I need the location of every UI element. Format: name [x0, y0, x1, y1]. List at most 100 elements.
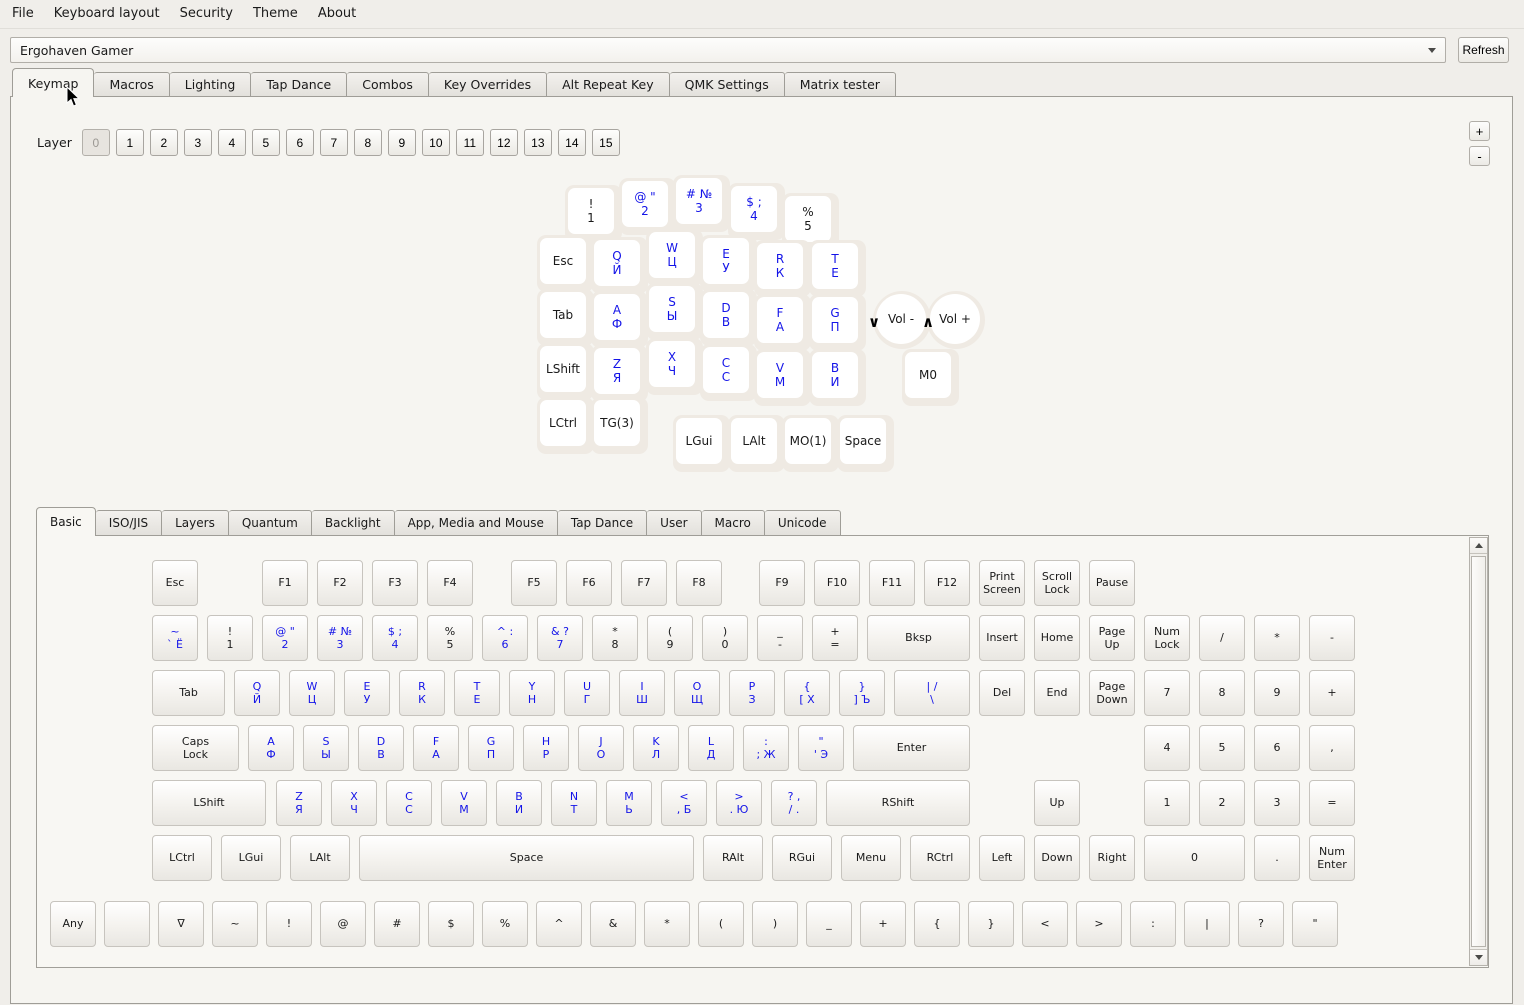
picker-key-d-в[interactable]: DВ	[358, 725, 404, 771]
picker-key-num-lock[interactable]: NumLock	[1144, 615, 1190, 661]
picker-key-f11[interactable]: F11	[869, 560, 915, 606]
picker-key-4[interactable]: $ ;4	[372, 615, 418, 661]
picker-key-i-ш[interactable]: IШ	[619, 670, 665, 716]
keymap-key-lgui[interactable]: LGui	[673, 415, 730, 472]
scrollbar-thumb[interactable]	[1471, 556, 1486, 947]
picker-key-rgui[interactable]: RGui	[772, 835, 832, 881]
picker-key-blank[interactable]: "	[1292, 901, 1338, 947]
picker-tab-macro[interactable]: Macro	[702, 510, 765, 536]
tab-alt-repeat-key[interactable]: Alt Repeat Key	[547, 72, 670, 97]
keymap-key-s-ы[interactable]: SЫ	[646, 283, 703, 340]
layer-button-3[interactable]: 3	[184, 129, 212, 156]
picker-key-page-up[interactable]: PageUp	[1089, 615, 1135, 661]
picker-key-e-у[interactable]: EУ	[344, 670, 390, 716]
picker-key-print-screen[interactable]: PrintScreen	[979, 560, 1025, 606]
picker-key-5[interactable]: 5	[1199, 725, 1245, 771]
keymap-key-t-е[interactable]: TЕ	[809, 240, 866, 297]
picker-key-v-м[interactable]: VМ	[441, 780, 487, 826]
picker-key-f-а[interactable]: FА	[413, 725, 459, 771]
picker-key-j-о[interactable]: JО	[578, 725, 624, 771]
scroll-down-icon[interactable]	[1470, 949, 1487, 965]
picker-key-blank[interactable]: +	[860, 901, 906, 947]
keymap-key-2[interactable]: @ "2	[619, 178, 676, 235]
picker-key-ю[interactable]: >. Ю	[716, 780, 762, 826]
menu-item-theme[interactable]: Theme	[251, 3, 304, 25]
layer-button-7[interactable]: 7	[320, 129, 348, 156]
menu-item-keyboard-layout[interactable]: Keyboard layout	[52, 3, 166, 25]
picker-key-5[interactable]: %5	[427, 615, 473, 661]
tab-macros[interactable]: Macros	[94, 72, 169, 97]
layer-button-1[interactable]: 1	[116, 129, 144, 156]
picker-tab-layers[interactable]: Layers	[162, 510, 229, 536]
picker-key-0[interactable]: 0	[1144, 835, 1245, 881]
picker-key-c-с[interactable]: CС	[386, 780, 432, 826]
layer-button-4[interactable]: 4	[218, 129, 246, 156]
picker-key-lgui[interactable]: LGui	[221, 835, 281, 881]
tab-keymap[interactable]: Keymap	[12, 68, 94, 97]
picker-key-blank[interactable]	[104, 901, 150, 947]
layer-button-9[interactable]: 9	[388, 129, 416, 156]
keymap-key-e-у[interactable]: EУ	[700, 235, 757, 292]
keymap-key-lalt[interactable]: LAlt	[728, 415, 785, 472]
picker-key-insert[interactable]: Insert	[979, 615, 1025, 661]
picker-key-g-п[interactable]: GП	[468, 725, 514, 771]
picker-key-f12[interactable]: F12	[924, 560, 970, 606]
keymap-key-w-ц[interactable]: WЦ	[646, 229, 703, 286]
picker-key-u-г[interactable]: UГ	[564, 670, 610, 716]
picker-key-n-т[interactable]: NТ	[551, 780, 597, 826]
keymap-key-1[interactable]: !1	[565, 185, 622, 242]
picker-key-blank[interactable]: &	[590, 901, 636, 947]
picker-key-blank[interactable]: #	[374, 901, 420, 947]
picker-scrollbar[interactable]	[1469, 537, 1488, 966]
picker-key-ж[interactable]: :; Ж	[743, 725, 789, 771]
picker-key-9[interactable]: 9	[1254, 670, 1300, 716]
scroll-up-icon[interactable]	[1470, 538, 1487, 554]
layer-button-5[interactable]: 5	[252, 129, 280, 156]
layer-button-10[interactable]: 10	[422, 129, 450, 156]
keymap-key-r-к[interactable]: RК	[754, 240, 811, 297]
picker-key-t-е[interactable]: TЕ	[454, 670, 500, 716]
picker-key-blank[interactable]: !	[266, 901, 312, 947]
menu-item-file[interactable]: File	[10, 3, 40, 25]
picker-key-f1[interactable]: F1	[262, 560, 308, 606]
picker-key-8[interactable]: 8	[1199, 670, 1245, 716]
keymap-key-space[interactable]: Space	[837, 415, 894, 472]
keymap-key-a-ф[interactable]: AФ	[591, 291, 648, 348]
picker-key-2[interactable]: @ "2	[262, 615, 308, 661]
keymap-key-tab[interactable]: Tab	[537, 289, 594, 346]
picker-key-lctrl[interactable]: LCtrl	[152, 835, 212, 881]
tab-lighting[interactable]: Lighting	[170, 72, 252, 97]
picker-key-ъ[interactable]: }] Ъ	[839, 670, 885, 716]
tab-qmk-settings[interactable]: QMK Settings	[670, 72, 785, 97]
picker-key-blank[interactable]: >	[1076, 901, 1122, 947]
picker-key-blank[interactable]: +	[1309, 670, 1355, 716]
picker-key-blank[interactable]: ?	[1238, 901, 1284, 947]
picker-key-1[interactable]: !1	[207, 615, 253, 661]
picker-key-blank[interactable]: -	[1309, 615, 1355, 661]
picker-key-y-н[interactable]: YН	[509, 670, 555, 716]
picker-key-r-к[interactable]: RК	[399, 670, 445, 716]
picker-key-blank[interactable]: %	[482, 901, 528, 947]
picker-key-f2[interactable]: F2	[317, 560, 363, 606]
layer-button-2[interactable]: 2	[150, 129, 178, 156]
layer-button-14[interactable]: 14	[558, 129, 586, 156]
picker-key-caps-lock[interactable]: CapsLock	[152, 725, 239, 771]
picker-tab-quantum[interactable]: Quantum	[229, 510, 312, 536]
picker-key-blank[interactable]: <	[1022, 901, 1068, 947]
picker-key-x-ч[interactable]: XЧ	[331, 780, 377, 826]
picker-key-b-и[interactable]: BИ	[496, 780, 542, 826]
picker-key-blank[interactable]: ,	[1309, 725, 1355, 771]
keymap-key-f-а[interactable]: FА	[754, 294, 811, 351]
zoom-in-button[interactable]: +	[1469, 121, 1490, 141]
picker-tab-tap-dance[interactable]: Tap Dance	[558, 510, 647, 536]
picker-key-pause[interactable]: Pause	[1089, 560, 1135, 606]
picker-tab-iso-jis[interactable]: ISO/JIS	[96, 510, 162, 536]
picker-key-ralt[interactable]: RAlt	[703, 835, 763, 881]
picker-key-blank[interactable]: +=	[812, 615, 858, 661]
device-select[interactable]: Ergohaven Gamer	[10, 37, 1446, 63]
keymap-key-v-м[interactable]: VМ	[754, 349, 811, 406]
picker-key-4[interactable]: 4	[1144, 725, 1190, 771]
picker-key-l-д[interactable]: LД	[688, 725, 734, 771]
keymap-key-d-в[interactable]: DВ	[700, 289, 757, 346]
picker-key-f5[interactable]: F5	[511, 560, 557, 606]
